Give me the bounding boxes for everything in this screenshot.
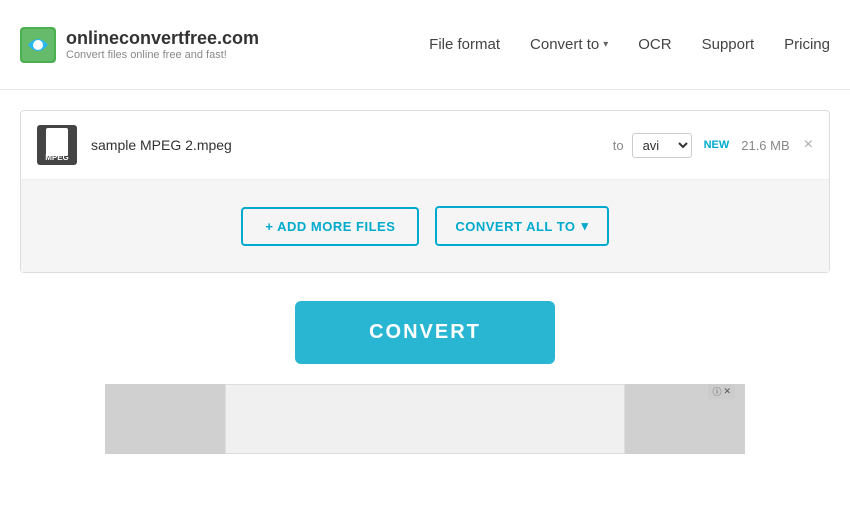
file-icon: mpeg <box>37 125 77 165</box>
file-name: sample MPEG 2.mpeg <box>91 137 613 153</box>
file-icon-label: mpeg <box>45 153 69 162</box>
remove-file-button[interactable]: × <box>804 137 813 153</box>
nav-support[interactable]: Support <box>702 36 755 53</box>
convert-to-chevron-icon: ▾ <box>603 39 608 50</box>
logo-title: onlineconvertfree.com <box>66 28 259 49</box>
nav-file-format[interactable]: File format <box>429 36 500 53</box>
convert-all-button[interactable]: CONVERT ALL TO ▾ <box>435 206 608 246</box>
main-content: mpeg sample MPEG 2.mpeg to avi mp4 mkv m… <box>0 90 850 273</box>
file-row: mpeg sample MPEG 2.mpeg to avi mp4 mkv m… <box>21 111 829 180</box>
action-area: + ADD MORE FILES CONVERT ALL TO ▾ <box>21 180 829 272</box>
file-size: 21.6 MB <box>741 138 789 153</box>
nav-pricing[interactable]: Pricing <box>784 36 830 53</box>
file-area: mpeg sample MPEG 2.mpeg to avi mp4 mkv m… <box>20 110 830 273</box>
convert-all-chevron-icon: ▾ <box>582 218 589 234</box>
ad-left <box>105 384 225 454</box>
convert-section: CONVERT <box>0 273 850 384</box>
ad-area: ⓘ ✕ <box>0 384 850 454</box>
convert-all-label: CONVERT ALL TO <box>455 219 575 234</box>
add-more-files-button[interactable]: + ADD MORE FILES <box>241 207 419 246</box>
format-select[interactable]: avi mp4 mkv mov <box>632 133 692 158</box>
file-icon-page <box>46 128 68 156</box>
ad-close-icon[interactable]: ✕ <box>723 386 731 397</box>
nav-ocr[interactable]: OCR <box>638 36 671 53</box>
convert-button[interactable]: CONVERT <box>295 301 555 364</box>
ad-badge: ⓘ ✕ <box>708 384 735 399</box>
new-badge: NEW <box>704 139 730 151</box>
file-to-label: to <box>613 138 624 153</box>
logo-icon <box>20 27 56 63</box>
logo-subtitle: Convert files online free and fast! <box>66 49 259 61</box>
logo-text-area: onlineconvertfree.com Convert files onli… <box>66 28 259 61</box>
nav-convert-to[interactable]: Convert to ▾ <box>530 36 608 53</box>
header: onlineconvertfree.com Convert files onli… <box>0 0 850 90</box>
main-nav: File format Convert to ▾ OCR Support Pri… <box>429 36 830 53</box>
logo-area: onlineconvertfree.com Convert files onli… <box>20 27 260 63</box>
ad-info-icon: ⓘ <box>712 385 721 398</box>
ad-center <box>225 384 625 454</box>
